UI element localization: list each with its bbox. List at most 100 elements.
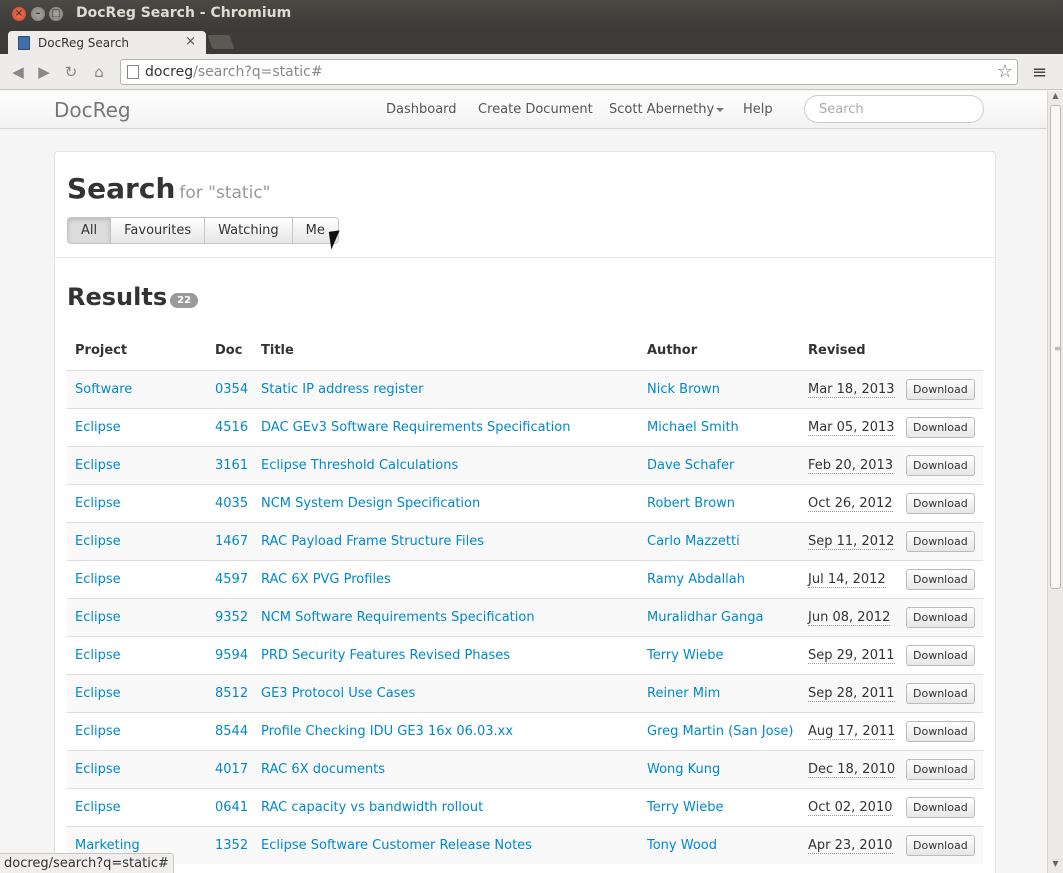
close-icon[interactable]: × [185, 34, 196, 49]
download-cell: Download [898, 673, 983, 712]
document-title-link[interactable]: GE3 Protocol Use Cases [253, 673, 639, 712]
window-minimize-icon[interactable]: – [31, 7, 45, 21]
project-link[interactable]: Eclipse [67, 597, 207, 636]
document-title-link[interactable]: Eclipse Threshold Calculations [253, 445, 639, 484]
document-title-link[interactable]: NCM Software Requirements Specification [253, 597, 639, 636]
nav-create-document[interactable]: Create Document [478, 102, 593, 117]
author-link[interactable]: Wong Kung [639, 749, 800, 788]
results-count-badge: 22 [170, 293, 199, 308]
revised-date: Jun 08, 2012 [800, 597, 898, 636]
browser-tab[interactable]: DocReg Search × [8, 31, 206, 55]
author-link[interactable]: Dave Schafer [639, 445, 800, 484]
doc-number-link[interactable]: 4597 [207, 559, 253, 598]
filter-all-button[interactable]: All [67, 217, 112, 244]
download-button[interactable]: Download [906, 568, 975, 590]
download-button[interactable]: Download [906, 606, 975, 628]
document-title-link[interactable]: RAC 6X documents [253, 749, 639, 788]
search-input[interactable] [804, 95, 984, 123]
author-link[interactable]: Nick Brown [639, 369, 800, 408]
window-titlebar: × – □ DocReg Search - Chromium [0, 0, 1063, 28]
author-link[interactable]: Greg Martin (San Jose) [639, 711, 800, 750]
download-button[interactable]: Download [906, 416, 975, 438]
reload-icon[interactable]: ↻ [62, 63, 80, 81]
nav-dashboard[interactable]: Dashboard [386, 102, 457, 117]
document-title-link[interactable]: DAC GEv3 Software Requirements Specifica… [253, 407, 639, 446]
nav-help[interactable]: Help [743, 102, 773, 117]
doc-number-link[interactable]: 0641 [207, 787, 253, 826]
scrollbar-thumb[interactable]: ≡ [1050, 105, 1061, 589]
download-button[interactable]: Download [906, 454, 975, 476]
author-link[interactable]: Michael Smith [639, 407, 800, 446]
project-link[interactable]: Software [67, 369, 207, 408]
scroll-up-arrow-icon[interactable]: ▲ [1048, 91, 1063, 105]
project-link[interactable]: Eclipse [67, 521, 207, 560]
download-button[interactable]: Download [906, 682, 975, 704]
filter-watching-button[interactable]: Watching [205, 217, 293, 244]
doc-number-link[interactable]: 1467 [207, 521, 253, 560]
revised-date: Feb 20, 2013 [800, 445, 898, 484]
document-title-link[interactable]: Static IP address register [253, 369, 639, 408]
nav-user-menu[interactable]: Scott Abernethy [609, 102, 725, 117]
author-link[interactable]: Terry Wiebe [639, 787, 800, 826]
document-title-link[interactable]: Profile Checking IDU GE3 16x 06.03.xx [253, 711, 639, 750]
author-link[interactable]: Tony Wood [639, 825, 800, 864]
home-icon[interactable]: ⌂ [90, 63, 108, 81]
download-button[interactable]: Download [906, 530, 975, 552]
window-close-icon[interactable]: × [12, 7, 26, 21]
project-link[interactable]: Eclipse [67, 559, 207, 598]
doc-number-link[interactable]: 8544 [207, 711, 253, 750]
doc-number-link[interactable]: 9352 [207, 597, 253, 636]
download-button[interactable]: Download [906, 758, 975, 780]
doc-number-link[interactable]: 3161 [207, 445, 253, 484]
bookmark-star-icon[interactable]: ☆ [997, 61, 1013, 82]
project-link[interactable]: Eclipse [67, 787, 207, 826]
scroll-down-arrow-icon[interactable]: ▼ [1048, 859, 1063, 873]
doc-number-link[interactable]: 8512 [207, 673, 253, 712]
revised-date: Mar 18, 2013 [800, 369, 898, 408]
author-link[interactable]: Carlo Mazzetti [639, 521, 800, 560]
doc-number-link[interactable]: 4035 [207, 483, 253, 522]
brand-logo[interactable]: DocReg [54, 98, 131, 122]
document-title-link[interactable]: NCM System Design Specification [253, 483, 639, 522]
doc-number-link[interactable]: 9594 [207, 635, 253, 674]
doc-number-link[interactable]: 1352 [207, 825, 253, 864]
download-button[interactable]: Download [906, 834, 975, 856]
address-bar[interactable]: docreg/search?q=static# ☆ [120, 59, 1018, 85]
column-header-title: Title [261, 343, 294, 359]
document-title-link[interactable]: Eclipse Software Customer Release Notes [253, 825, 639, 864]
download-button[interactable]: Download [906, 492, 975, 514]
doc-number-link[interactable]: 4017 [207, 749, 253, 788]
download-button[interactable]: Download [906, 796, 975, 818]
document-title-link[interactable]: RAC 6X PVG Profiles [253, 559, 639, 598]
download-button[interactable]: Download [906, 378, 975, 400]
author-link[interactable]: Reiner Mim [639, 673, 800, 712]
download-cell: Download [898, 559, 983, 598]
table-row: Eclipse 4516 DAC GEv3 Software Requirement… [67, 407, 983, 446]
menu-icon[interactable]: ≡ [1032, 62, 1047, 83]
forward-arrow-icon[interactable]: ▶ [35, 63, 53, 81]
download-button[interactable]: Download [906, 644, 975, 666]
back-arrow-icon[interactable]: ◀ [9, 63, 27, 81]
document-title-link[interactable]: PRD Security Features Revised Phases [253, 635, 639, 674]
download-button[interactable]: Download [906, 720, 975, 742]
vertical-scrollbar[interactable]: ▲ ≡ ▼ [1047, 91, 1063, 873]
project-link[interactable]: Eclipse [67, 673, 207, 712]
document-title-link[interactable]: RAC Payload Frame Structure Files [253, 521, 639, 560]
document-title-link[interactable]: RAC capacity vs bandwidth rollout [253, 787, 639, 826]
author-link[interactable]: Muralidhar Ganga [639, 597, 800, 636]
project-link[interactable]: Eclipse [67, 483, 207, 522]
window-maximize-icon[interactable]: □ [49, 7, 63, 21]
revised-date: Sep 29, 2011 [800, 635, 898, 674]
new-tab-button[interactable] [207, 35, 235, 49]
project-link[interactable]: Eclipse [67, 635, 207, 674]
project-link[interactable]: Eclipse [67, 711, 207, 750]
author-link[interactable]: Terry Wiebe [639, 635, 800, 674]
filter-favourites-button[interactable]: Favourites [111, 217, 206, 244]
author-link[interactable]: Robert Brown [639, 483, 800, 522]
project-link[interactable]: Eclipse [67, 407, 207, 446]
project-link[interactable]: Eclipse [67, 445, 207, 484]
doc-number-link[interactable]: 0354 [207, 369, 253, 408]
doc-number-link[interactable]: 4516 [207, 407, 253, 446]
project-link[interactable]: Eclipse [67, 749, 207, 788]
author-link[interactable]: Ramy Abdallah [639, 559, 800, 598]
